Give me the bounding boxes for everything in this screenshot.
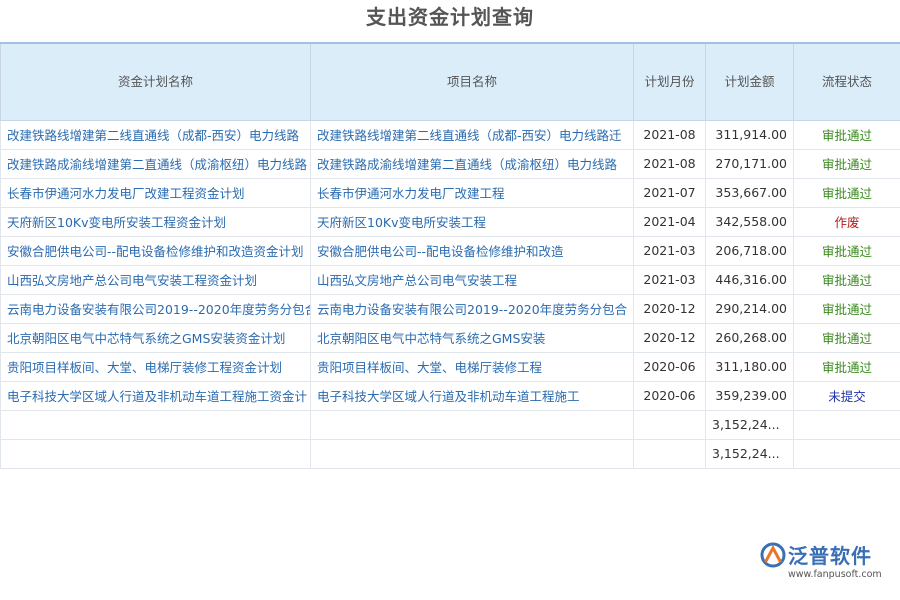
project-name-cell[interactable]: 贵阳项目样板间、大堂、电梯厅装修工程 [311, 352, 634, 381]
plan-month-cell: 2021-04 [634, 207, 706, 236]
plan-name-cell[interactable]: 北京朝阳区电气中芯特气系统之GMS安装资金计划 [1, 323, 311, 352]
empty-cell [1, 410, 311, 439]
plan-name-cell[interactable]: 贵阳项目样板间、大堂、电梯厅装修工程资金计划 [1, 352, 311, 381]
table-row[interactable]: 山西弘文房地产总公司电气安装工程资金计划 山西弘文房地产总公司电气安装工程 20… [1, 265, 900, 294]
plan-name-cell[interactable]: 改建铁路成渝线增建第二直通线（成渝枢纽）电力线路 [1, 149, 311, 178]
project-name-cell[interactable]: 长春市伊通河水力发电厂改建工程 [311, 178, 634, 207]
project-name-cell[interactable]: 天府新区10Kv变电所安装工程 [311, 207, 634, 236]
column-header-plan-amount[interactable]: 计划金额 [706, 43, 794, 120]
plan-amount-cell: 311,180.00 [706, 352, 794, 381]
plan-month-cell: 2021-08 [634, 120, 706, 149]
table-row[interactable]: 安徽合肥供电公司--配电设备检修维护和改造资金计划 安徽合肥供电公司--配电设备… [1, 236, 900, 265]
empty-cell [794, 439, 900, 468]
fund-plan-table: 资金计划名称 项目名称 计划月份 计划金额 流程状态 改建铁路线增建第二线直通线… [0, 42, 900, 469]
page-title: 支出资金计划查询 [0, 0, 900, 42]
column-header-project-name[interactable]: 项目名称 [311, 43, 634, 120]
plan-amount-cell: 359,239.00 [706, 381, 794, 410]
flow-status-cell: 未提交 [794, 381, 900, 410]
project-name-cell[interactable]: 安徽合肥供电公司--配电设备检修维护和改造 [311, 236, 634, 265]
table-body: 改建铁路线增建第二线直通线（成都-西安）电力线路 改建铁路线增建第二线直通线（成… [1, 120, 900, 468]
flow-status-cell: 审批通过 [794, 265, 900, 294]
total-row: 3,152,24... [1, 439, 900, 468]
fanpu-logo-icon [760, 542, 786, 568]
plan-name-cell[interactable]: 电子科技大学区域人行道及非机动车道工程施工资金计 [1, 381, 311, 410]
plan-amount-cell: 206,718.00 [706, 236, 794, 265]
flow-status-cell: 审批通过 [794, 323, 900, 352]
total-row: 3,152,24... [1, 410, 900, 439]
plan-month-cell: 2021-03 [634, 265, 706, 294]
table-row[interactable]: 贵阳项目样板间、大堂、电梯厅装修工程资金计划 贵阳项目样板间、大堂、电梯厅装修工… [1, 352, 900, 381]
table-row[interactable]: 北京朝阳区电气中芯特气系统之GMS安装资金计划 北京朝阳区电气中芯特气系统之GM… [1, 323, 900, 352]
total-amount-cell: 3,152,24... [706, 439, 794, 468]
plan-month-cell: 2020-12 [634, 294, 706, 323]
empty-cell [311, 410, 634, 439]
table-row[interactable]: 电子科技大学区域人行道及非机动车道工程施工资金计 电子科技大学区域人行道及非机动… [1, 381, 900, 410]
plan-amount-cell: 260,268.00 [706, 323, 794, 352]
flow-status-cell: 审批通过 [794, 120, 900, 149]
flow-status-cell: 审批通过 [794, 236, 900, 265]
plan-amount-cell: 342,558.00 [706, 207, 794, 236]
empty-cell [1, 439, 311, 468]
brand-url: www.fanpusoft.com [788, 569, 882, 580]
project-name-cell[interactable]: 改建铁路线增建第二线直通线（成都-西安）电力线路迁 [311, 120, 634, 149]
plan-amount-cell: 290,214.00 [706, 294, 794, 323]
plan-amount-cell: 311,914.00 [706, 120, 794, 149]
plan-month-cell: 2020-06 [634, 352, 706, 381]
brand-name: 泛普软件 [788, 540, 872, 569]
plan-month-cell: 2021-03 [634, 236, 706, 265]
total-amount-cell: 3,152,24... [706, 410, 794, 439]
plan-name-cell[interactable]: 改建铁路线增建第二线直通线（成都-西安）电力线路 [1, 120, 311, 149]
table-header-row: 资金计划名称 项目名称 计划月份 计划金额 流程状态 [1, 43, 900, 120]
plan-name-cell[interactable]: 安徽合肥供电公司--配电设备检修维护和改造资金计划 [1, 236, 311, 265]
plan-month-cell: 2020-12 [634, 323, 706, 352]
plan-name-cell[interactable]: 天府新区10Kv变电所安装工程资金计划 [1, 207, 311, 236]
plan-month-cell: 2021-07 [634, 178, 706, 207]
plan-month-cell: 2020-06 [634, 381, 706, 410]
flow-status-cell: 作废 [794, 207, 900, 236]
plan-month-cell: 2021-08 [634, 149, 706, 178]
empty-cell [311, 439, 634, 468]
project-name-cell[interactable]: 改建铁路成渝线增建第二直通线（成渝枢纽）电力线路 [311, 149, 634, 178]
empty-cell [634, 439, 706, 468]
table-row[interactable]: 改建铁路线增建第二线直通线（成都-西安）电力线路 改建铁路线增建第二线直通线（成… [1, 120, 900, 149]
table-row[interactable]: 天府新区10Kv变电所安装工程资金计划 天府新区10Kv变电所安装工程 2021… [1, 207, 900, 236]
plan-amount-cell: 353,667.00 [706, 178, 794, 207]
flow-status-cell: 审批通过 [794, 352, 900, 381]
flow-status-cell: 审批通过 [794, 149, 900, 178]
plan-name-cell[interactable]: 云南电力设备安装有限公司2019--2020年度劳务分包合 [1, 294, 311, 323]
plan-amount-cell: 446,316.00 [706, 265, 794, 294]
plan-amount-cell: 270,171.00 [706, 149, 794, 178]
empty-cell [794, 410, 900, 439]
table-row[interactable]: 云南电力设备安装有限公司2019--2020年度劳务分包合 云南电力设备安装有限… [1, 294, 900, 323]
column-header-plan-name[interactable]: 资金计划名称 [1, 43, 311, 120]
table-row[interactable]: 长春市伊通河水力发电厂改建工程资金计划 长春市伊通河水力发电厂改建工程 2021… [1, 178, 900, 207]
project-name-cell[interactable]: 山西弘文房地产总公司电气安装工程 [311, 265, 634, 294]
brand-logo: 泛普软件 www.fanpusoft.com [760, 540, 890, 586]
project-name-cell[interactable]: 云南电力设备安装有限公司2019--2020年度劳务分包合 [311, 294, 634, 323]
flow-status-cell: 审批通过 [794, 178, 900, 207]
empty-cell [634, 410, 706, 439]
column-header-plan-month[interactable]: 计划月份 [634, 43, 706, 120]
flow-status-cell: 审批通过 [794, 294, 900, 323]
table-row[interactable]: 改建铁路成渝线增建第二直通线（成渝枢纽）电力线路 改建铁路成渝线增建第二直通线（… [1, 149, 900, 178]
project-name-cell[interactable]: 北京朝阳区电气中芯特气系统之GMS安装 [311, 323, 634, 352]
plan-name-cell[interactable]: 长春市伊通河水力发电厂改建工程资金计划 [1, 178, 311, 207]
project-name-cell[interactable]: 电子科技大学区域人行道及非机动车道工程施工 [311, 381, 634, 410]
plan-name-cell[interactable]: 山西弘文房地产总公司电气安装工程资金计划 [1, 265, 311, 294]
column-header-flow-status[interactable]: 流程状态 [794, 43, 900, 120]
